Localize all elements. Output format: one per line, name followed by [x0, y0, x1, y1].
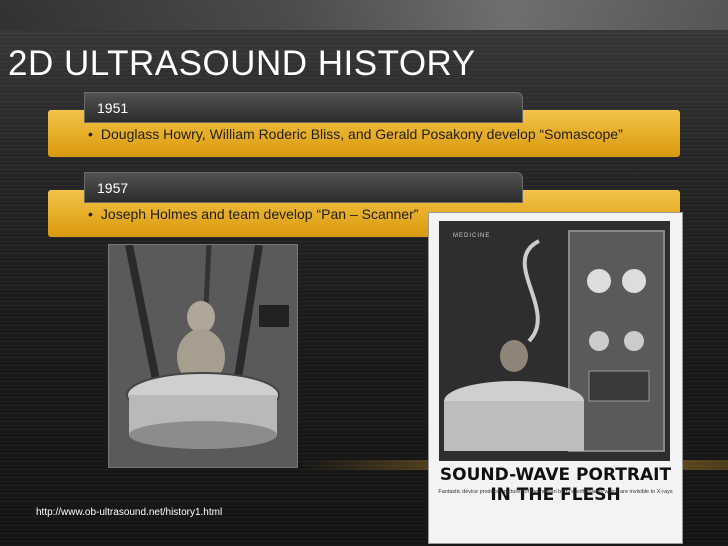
bullet-text-1957: Joseph Holmes and team develop “Pan – Sc…: [88, 206, 419, 222]
somascope-illustration: [109, 245, 297, 467]
year-label-1951: 1951: [97, 100, 129, 116]
year-tab-1957: 1957: [84, 172, 523, 203]
article-subheadline: Fantastic device produces pictures of th…: [438, 489, 673, 495]
photo-pan-scanner-article: MEDICINE SOUND-WAVE PORTRAIT IN THE FLES…: [428, 212, 683, 544]
pan-scanner-illustration: [439, 221, 670, 461]
pan-scanner-image: MEDICINE: [439, 221, 670, 461]
article-headline: SOUND-WAVE PORTRAIT IN THE FLESH: [439, 465, 672, 505]
bullet-text-1951: Douglass Howry, William Roderic Bliss, a…: [88, 126, 623, 142]
top-stripe: [0, 0, 728, 30]
year-tab-1951: 1951: [84, 92, 523, 123]
year-label-1957: 1957: [97, 180, 129, 196]
slide-title: 2D ULTRASOUND HISTORY: [8, 44, 476, 83]
photo-somascope: [108, 244, 298, 468]
section-label: MEDICINE: [453, 233, 491, 239]
source-url-link[interactable]: http://www.ob-ultrasound.net/history1.ht…: [36, 507, 222, 518]
